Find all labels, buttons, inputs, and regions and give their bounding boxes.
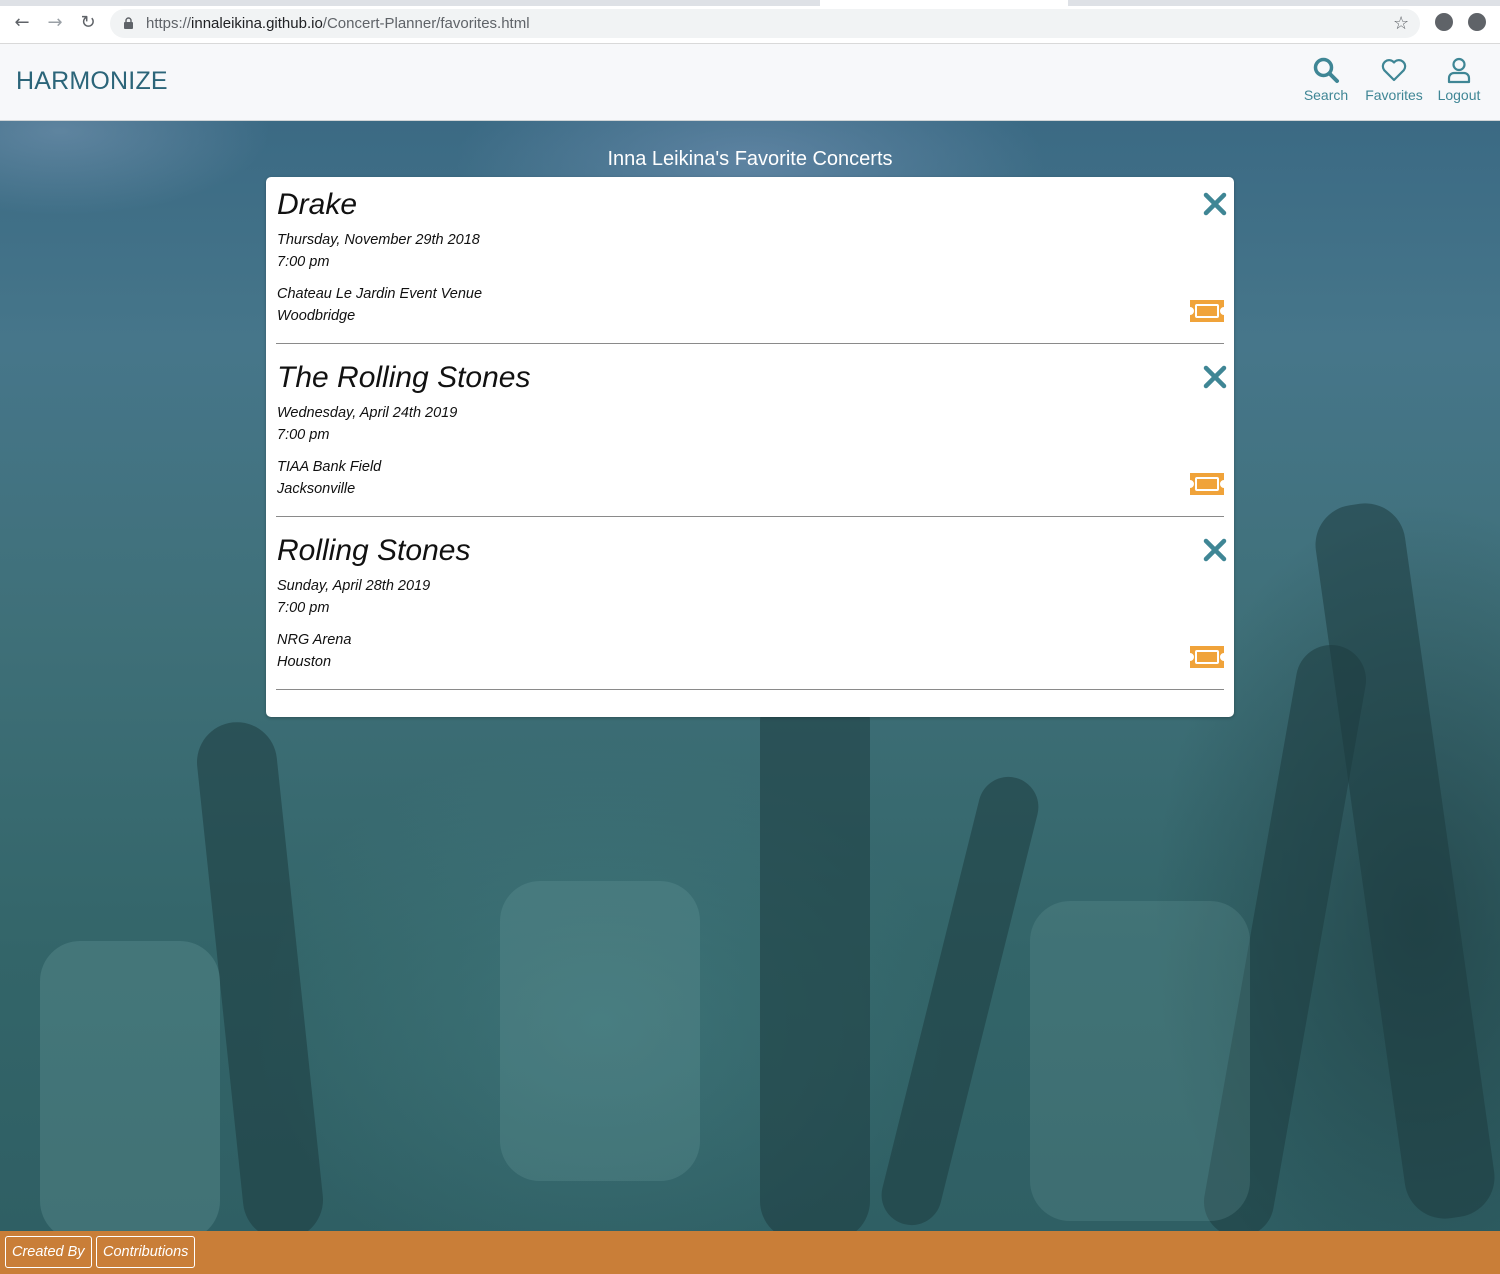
concert-date: Thursday, November 29th 2018 — [277, 232, 480, 248]
bookmark-star-icon[interactable]: ☆ — [1393, 13, 1409, 34]
concert-item: The Rolling Stones Wednesday, April 24th… — [276, 350, 1227, 517]
concert-name: Drake — [277, 188, 358, 221]
remove-favorite-icon[interactable] — [1202, 537, 1228, 563]
account-icon[interactable] — [1435, 13, 1453, 31]
forward-arrow-icon[interactable]: → — [44, 12, 66, 34]
favorites-card: Drake Thursday, November 29th 2018 7:00 … — [266, 177, 1234, 717]
concert-date: Wednesday, April 24th 2019 — [277, 405, 458, 421]
ticket-icon[interactable] — [1188, 471, 1226, 497]
lock-icon — [124, 17, 133, 29]
concert-city: Houston — [277, 654, 332, 670]
concert-venue: TIAA Bank Field — [277, 459, 382, 475]
heart-icon — [1381, 59, 1407, 82]
concert-time: 7:00 pm — [277, 600, 330, 616]
brand-logo[interactable]: HARMONIZE — [16, 67, 168, 96]
nav-favorites[interactable]: Favorites — [1364, 56, 1424, 103]
remove-favorite-icon[interactable] — [1202, 364, 1228, 390]
concert-item: Drake Thursday, November 29th 2018 7:00 … — [276, 177, 1227, 344]
concert-item: Rolling Stones Sunday, April 28th 2019 7… — [276, 523, 1227, 690]
concert-venue: NRG Arena — [277, 632, 352, 648]
search-icon — [1313, 57, 1339, 83]
concert-name: Rolling Stones — [277, 534, 471, 567]
concert-city: Jacksonville — [277, 481, 356, 497]
concert-time: 7:00 pm — [277, 427, 330, 443]
nav-search[interactable]: Search — [1303, 56, 1349, 103]
url-path: /Concert-Planner/favorites.html — [322, 15, 530, 32]
app-header: HARMONIZE Search Favorites Logout — [0, 44, 1500, 121]
nav-search-label: Search — [1303, 87, 1349, 103]
concert-time: 7:00 pm — [277, 254, 330, 270]
concert-venue: Chateau Le Jardin Event Venue — [277, 286, 483, 302]
ticket-icon[interactable] — [1188, 644, 1226, 670]
back-arrow-icon[interactable]: ← — [11, 12, 33, 34]
active-tab[interactable] — [820, 0, 1068, 6]
created-by-button[interactable]: Created By — [5, 1236, 92, 1268]
nav-logout-label: Logout — [1437, 87, 1481, 103]
nav-logout[interactable]: Logout — [1435, 56, 1483, 103]
user-icon — [1447, 57, 1471, 84]
concert-name: The Rolling Stones — [277, 361, 531, 394]
footer: Created By Contributions — [0, 1231, 1500, 1274]
url-scheme: https:// — [146, 15, 192, 32]
tab-strip — [0, 0, 1500, 6]
nav-favorites-label: Favorites — [1365, 87, 1423, 103]
url-host: innaleikina.github.io — [191, 15, 323, 32]
reload-icon[interactable]: ↻ — [77, 12, 99, 34]
remove-favorite-icon[interactable] — [1202, 191, 1228, 217]
contributions-button[interactable]: Contributions — [96, 1236, 196, 1268]
url-text: https://innaleikina.github.io/Concert-Pl… — [146, 15, 530, 32]
extension-icon[interactable] — [1468, 13, 1486, 31]
concert-date: Sunday, April 28th 2019 — [277, 578, 431, 594]
page-title: Inna Leikina's Favorite Concerts — [607, 148, 893, 170]
browser-toolbar: ← → ↻ https://innaleikina.github.io/Conc… — [0, 0, 1500, 44]
concert-city: Woodbridge — [277, 308, 356, 324]
ticket-icon[interactable] — [1188, 298, 1226, 324]
address-bar[interactable]: https://innaleikina.github.io/Concert-Pl… — [110, 9, 1420, 38]
